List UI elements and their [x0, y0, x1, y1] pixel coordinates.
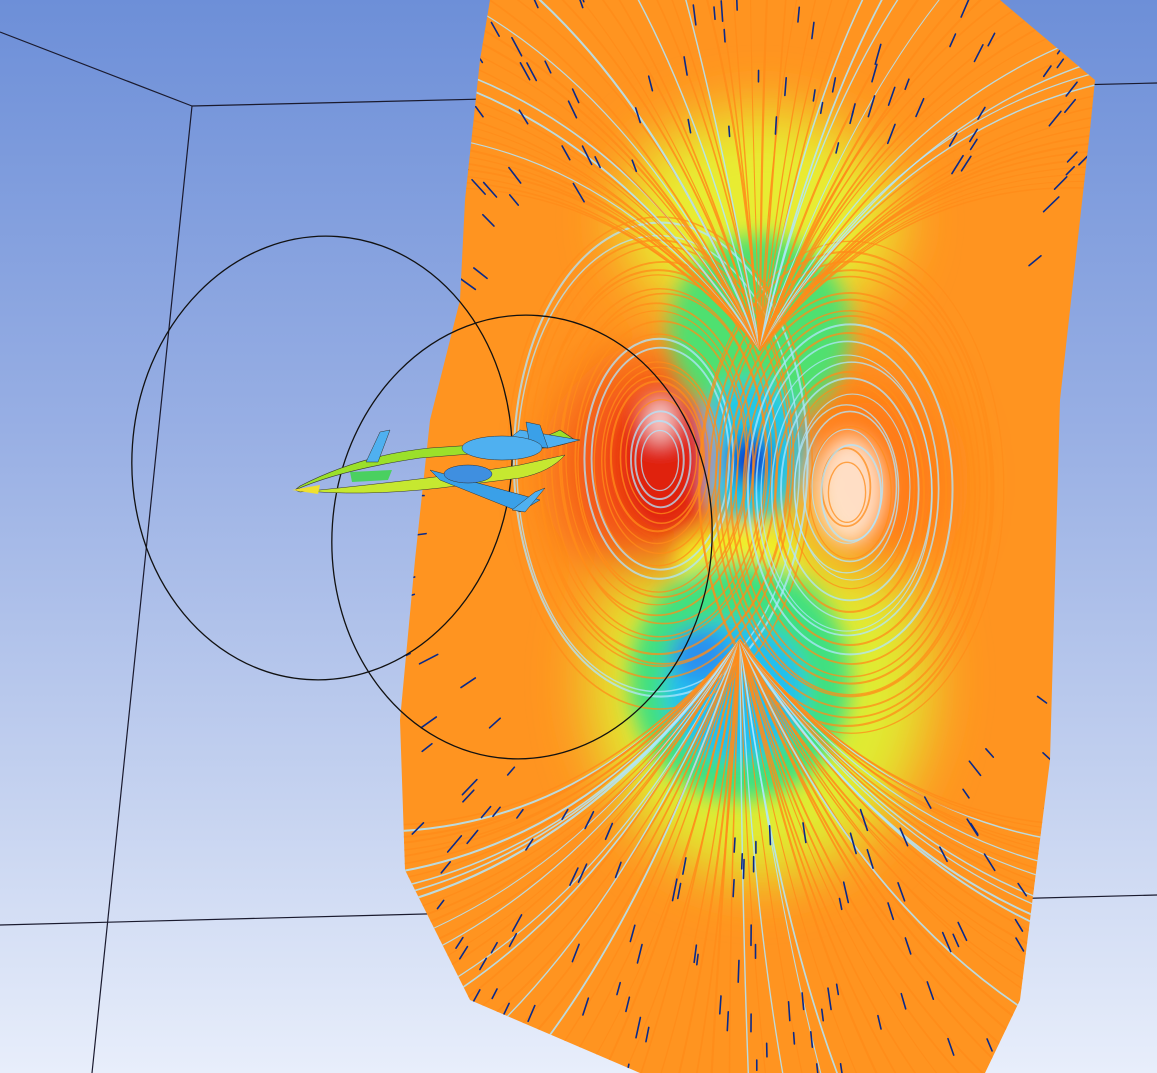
cfd-scene[interactable]: [0, 0, 1157, 1073]
3d-viewport[interactable]: [0, 0, 1157, 1073]
contour-plane[interactable]: [139, 0, 1157, 1073]
